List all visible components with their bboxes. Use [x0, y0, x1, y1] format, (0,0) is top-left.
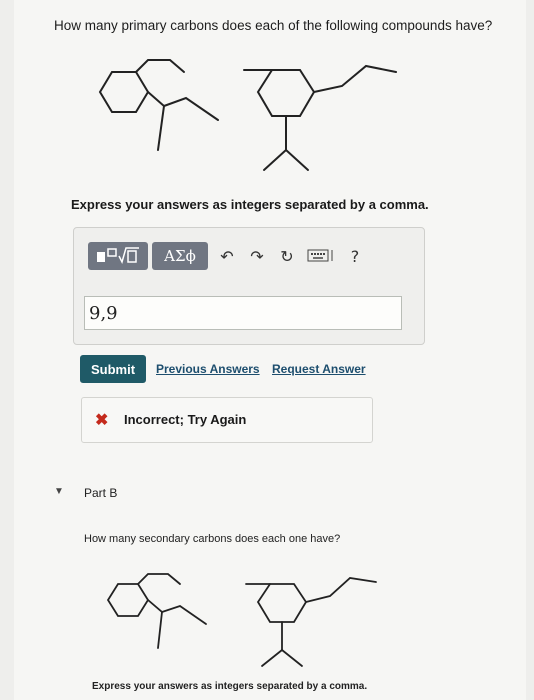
feedback-text: Incorrect; Try Again [124, 412, 247, 427]
templates-button[interactable] [88, 242, 148, 270]
answer-panel: ΑΣϕ ↶ ↷ ↻ ? 9,9 [73, 227, 425, 345]
part-b-question: How many secondary carbons does each one… [84, 533, 341, 545]
compound-1-structure [98, 59, 219, 151]
submit-button[interactable]: Submit [80, 355, 146, 383]
reset-icon[interactable]: ↻ [272, 242, 302, 270]
request-answer-link[interactable]: Request Answer [272, 362, 366, 376]
chevron-down-icon[interactable]: ▼ [54, 486, 64, 497]
part-b-compound-1-structure [106, 573, 207, 649]
question-text: How many primary carbons does each of th… [54, 18, 493, 33]
help-icon[interactable]: ? [340, 242, 370, 270]
answer-input[interactable]: 9,9 [84, 296, 402, 330]
part-b-compound-2-structure [245, 577, 377, 667]
compound-2-structure [243, 64, 397, 171]
undo-icon[interactable]: ↶ [212, 242, 242, 270]
answer-instruction: Express your answers as integers separat… [71, 197, 429, 212]
previous-answers-link[interactable]: Previous Answers [156, 362, 260, 376]
question-page: How many primary carbons does each of th… [14, 0, 526, 700]
x-icon: ✖ [95, 412, 109, 429]
greek-symbols-button[interactable]: ΑΣϕ [152, 242, 208, 270]
redo-icon[interactable]: ↷ [242, 242, 272, 270]
keyboard-icon[interactable] [302, 242, 340, 270]
math-toolbar: ΑΣϕ ↶ ↷ ↻ ? [88, 242, 370, 270]
part-b-label[interactable]: Part B [84, 486, 117, 500]
part-b-instruction: Express your answers as integers separat… [92, 681, 368, 692]
templates-icon [97, 247, 139, 265]
incorrect-feedback: ✖ Incorrect; Try Again [81, 397, 373, 443]
